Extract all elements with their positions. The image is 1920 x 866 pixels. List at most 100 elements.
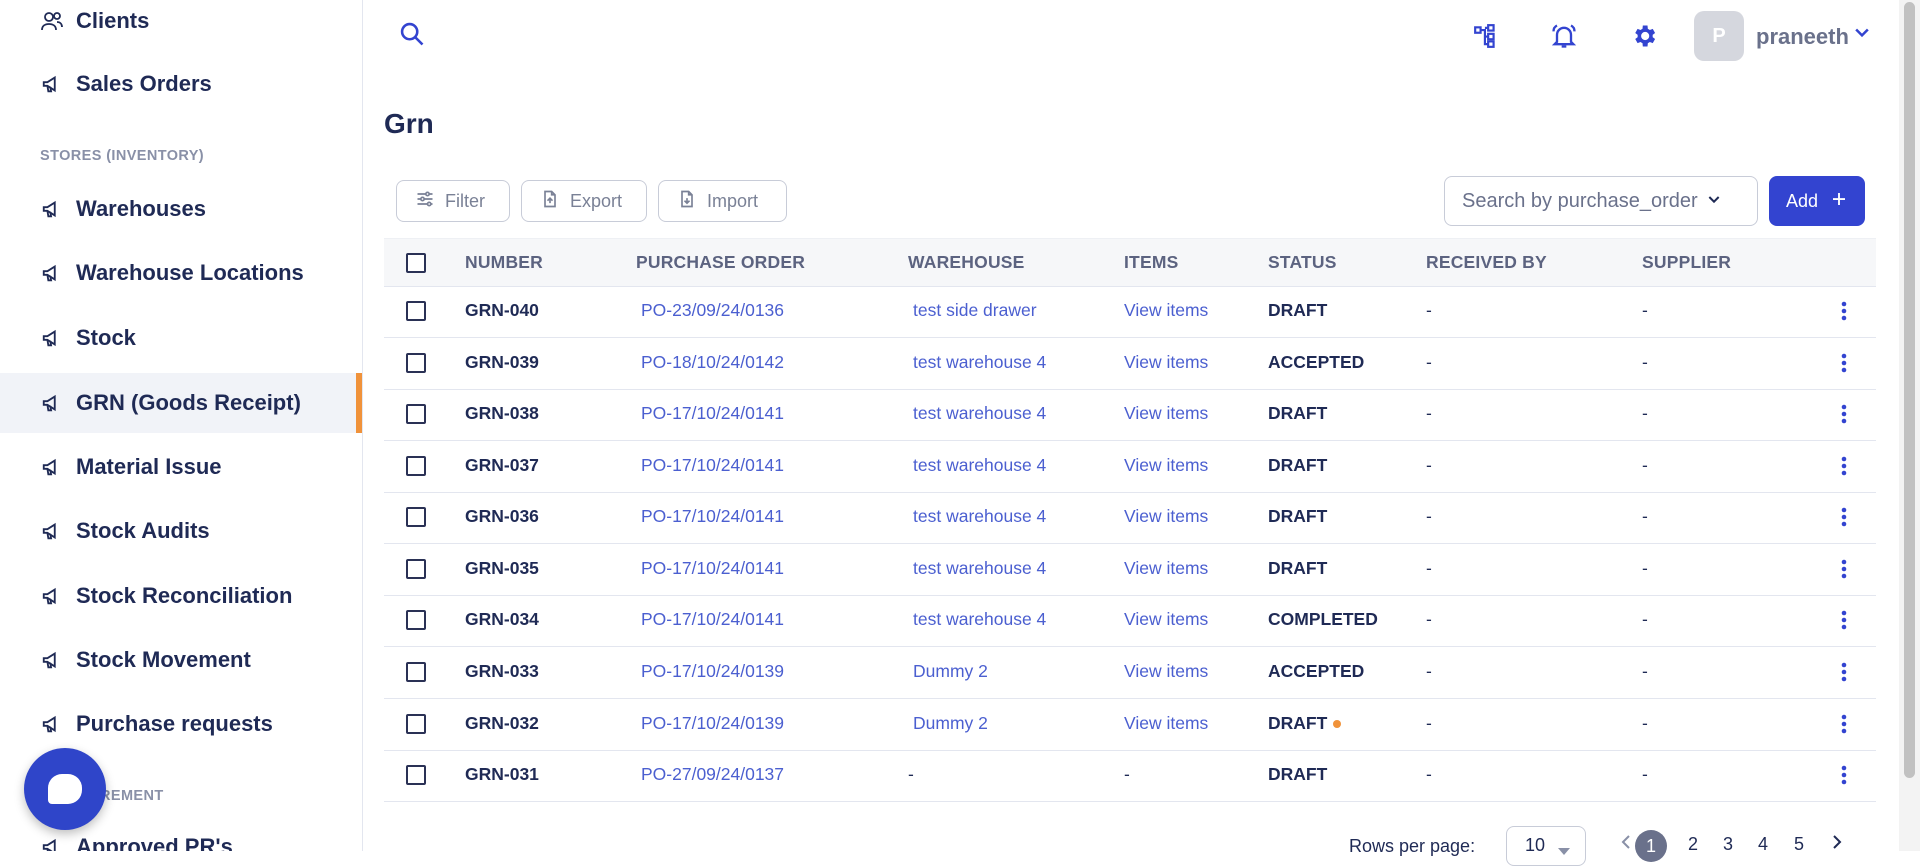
table-row[interactable]: GRN-035 PO-17/10/24/0141 test warehouse 4 V… — [384, 543, 1876, 596]
view-items-link[interactable]: View items — [1124, 403, 1208, 424]
more-vert-icon[interactable] — [1834, 402, 1854, 426]
rows-per-page-select[interactable]: 10 — [1506, 826, 1586, 866]
warehouse-link[interactable]: test side drawer — [913, 300, 1037, 321]
warehouse-link[interactable]: test warehouse 4 — [913, 558, 1046, 579]
view-items-link[interactable]: View items — [1124, 609, 1208, 630]
warehouse-link[interactable]: test warehouse 4 — [913, 609, 1046, 630]
purchase-order-link[interactable]: PO-23/09/24/0136 — [641, 300, 784, 321]
page-button-2[interactable]: 2 — [1688, 834, 1698, 855]
warehouse-link[interactable]: test warehouse 4 — [913, 352, 1046, 373]
view-items-link[interactable]: View items — [1124, 661, 1208, 682]
column-warehouse[interactable]: WAREHOUSE — [908, 252, 1025, 273]
bell-icon[interactable] — [1548, 20, 1580, 52]
sidebar-item-stock-audits[interactable]: Stock Audits — [0, 502, 362, 560]
view-items-link[interactable]: View items — [1124, 300, 1208, 321]
more-vert-icon[interactable] — [1834, 712, 1854, 736]
purchase-order-link[interactable]: PO-17/10/24/0141 — [641, 558, 784, 579]
search-icon[interactable] — [398, 20, 428, 50]
row-checkbox[interactable] — [406, 456, 426, 476]
org-chart-icon[interactable] — [1470, 20, 1502, 52]
table-row[interactable]: GRN-040 PO-23/09/24/0136 test side drawer V… — [384, 285, 1876, 338]
table-row[interactable]: GRN-031 PO-27/09/24/0137 - - DRAFT - - — [384, 749, 1876, 802]
select-all-checkbox[interactable] — [406, 253, 426, 273]
table-row[interactable]: GRN-038 PO-17/10/24/0141 test warehouse 4 V… — [384, 388, 1876, 441]
table-row[interactable]: GRN-032 PO-17/10/24/0139 Dummy 2 View items… — [384, 698, 1876, 751]
sidebar-item-clients[interactable]: Clients — [0, 0, 362, 50]
row-checkbox[interactable] — [406, 765, 426, 785]
view-items-link[interactable]: View items — [1124, 352, 1208, 373]
column-status[interactable]: STATUS — [1268, 252, 1337, 273]
chevron-down-icon[interactable] — [1852, 22, 1872, 42]
sidebar-item-purchase-requests[interactable]: Purchase requests — [0, 695, 362, 753]
next-page-icon[interactable] — [1831, 834, 1843, 855]
row-checkbox[interactable] — [406, 404, 426, 424]
sidebar-item-stock-reconciliation[interactable]: Stock Reconciliation — [0, 567, 362, 625]
purchase-order-link[interactable]: PO-17/10/24/0141 — [641, 609, 784, 630]
warehouse-link[interactable]: Dummy 2 — [913, 713, 988, 734]
purchase-order-link[interactable]: PO-27/09/24/0137 — [641, 764, 784, 785]
sidebar-item-stock-movement[interactable]: Stock Movement — [0, 631, 362, 689]
column-items[interactable]: ITEMS — [1124, 252, 1178, 273]
username[interactable]: praneeth — [1756, 24, 1849, 50]
chat-launcher-button[interactable] — [24, 748, 106, 830]
row-checkbox[interactable] — [406, 301, 426, 321]
table-row[interactable]: GRN-034 PO-17/10/24/0141 test warehouse 4 V… — [384, 594, 1876, 647]
view-items-link[interactable]: View items — [1124, 713, 1208, 734]
view-items-link[interactable]: View items — [1124, 506, 1208, 527]
filter-button[interactable]: Filter — [396, 180, 510, 222]
column-supplier[interactable]: SUPPLIER — [1642, 252, 1731, 273]
row-checkbox[interactable] — [406, 714, 426, 734]
table-row[interactable]: GRN-033 PO-17/10/24/0139 Dummy 2 View items… — [384, 646, 1876, 699]
column-received-by[interactable]: RECEIVED BY — [1426, 252, 1547, 273]
purchase-order-link[interactable]: PO-17/10/24/0141 — [641, 506, 784, 527]
purchase-order-link[interactable]: PO-17/10/24/0141 — [641, 455, 784, 476]
more-vert-icon[interactable] — [1834, 763, 1854, 787]
prev-page-icon[interactable] — [1620, 834, 1632, 855]
row-checkbox[interactable] — [406, 353, 426, 373]
page-button-1[interactable]: 1 — [1635, 830, 1667, 862]
table-row[interactable]: GRN-039 PO-18/10/24/0142 test warehouse 4 V… — [384, 337, 1876, 390]
warehouse-link[interactable]: test warehouse 4 — [913, 403, 1046, 424]
row-checkbox[interactable] — [406, 662, 426, 682]
view-items-link[interactable]: View items — [1124, 455, 1208, 476]
more-vert-icon[interactable] — [1834, 454, 1854, 478]
search-by-select[interactable]: Search by purchase_order — [1444, 176, 1758, 226]
more-vert-icon[interactable] — [1834, 557, 1854, 581]
export-button[interactable]: Export — [521, 180, 647, 222]
add-button[interactable]: Add — [1769, 176, 1865, 226]
sidebar-item-sales-orders[interactable]: Sales Orders — [0, 55, 362, 113]
row-checkbox[interactable] — [406, 610, 426, 630]
warehouse-link[interactable]: test warehouse 4 — [913, 506, 1046, 527]
table-row[interactable]: GRN-036 PO-17/10/24/0141 test warehouse 4 V… — [384, 491, 1876, 544]
page-button-5[interactable]: 5 — [1794, 834, 1804, 855]
more-vert-icon[interactable] — [1834, 505, 1854, 529]
import-button[interactable]: Import — [658, 180, 787, 222]
purchase-order-link[interactable]: PO-18/10/24/0142 — [641, 352, 784, 373]
sidebar-item-warehouses[interactable]: Warehouses — [0, 180, 362, 238]
purchase-order-link[interactable]: PO-17/10/24/0139 — [641, 713, 784, 734]
gear-icon[interactable] — [1628, 20, 1660, 52]
warehouse-link[interactable]: Dummy 2 — [913, 661, 988, 682]
sidebar-item-material-issue[interactable]: Material Issue — [0, 438, 362, 496]
scrollbar-thumb[interactable] — [1904, 2, 1915, 778]
more-vert-icon[interactable] — [1834, 608, 1854, 632]
purchase-order-link[interactable]: PO-17/10/24/0139 — [641, 661, 784, 682]
page-button-3[interactable]: 3 — [1723, 834, 1733, 855]
more-vert-icon[interactable] — [1834, 299, 1854, 323]
warehouse-link[interactable]: test warehouse 4 — [913, 455, 1046, 476]
sidebar-item-warehouse-locations[interactable]: Warehouse Locations — [0, 244, 362, 302]
row-checkbox[interactable] — [406, 559, 426, 579]
table-row[interactable]: GRN-037 PO-17/10/24/0141 test warehouse 4 V… — [384, 440, 1876, 493]
purchase-order-link[interactable]: PO-17/10/24/0141 — [641, 403, 784, 424]
more-vert-icon[interactable] — [1834, 351, 1854, 375]
sidebar-item-stock[interactable]: Stock — [0, 309, 362, 367]
view-items-link[interactable]: View items — [1124, 558, 1208, 579]
column-number[interactable]: NUMBER — [465, 252, 543, 273]
more-vert-icon[interactable] — [1834, 660, 1854, 684]
column-purchase-order[interactable]: PURCHASE ORDER — [636, 252, 805, 273]
sidebar-item-grn[interactable]: GRN (Goods Receipt) — [0, 373, 362, 433]
avatar[interactable]: P — [1694, 11, 1744, 61]
page-button-4[interactable]: 4 — [1758, 834, 1768, 855]
vertical-scrollbar[interactable] — [1899, 0, 1920, 851]
row-checkbox[interactable] — [406, 507, 426, 527]
